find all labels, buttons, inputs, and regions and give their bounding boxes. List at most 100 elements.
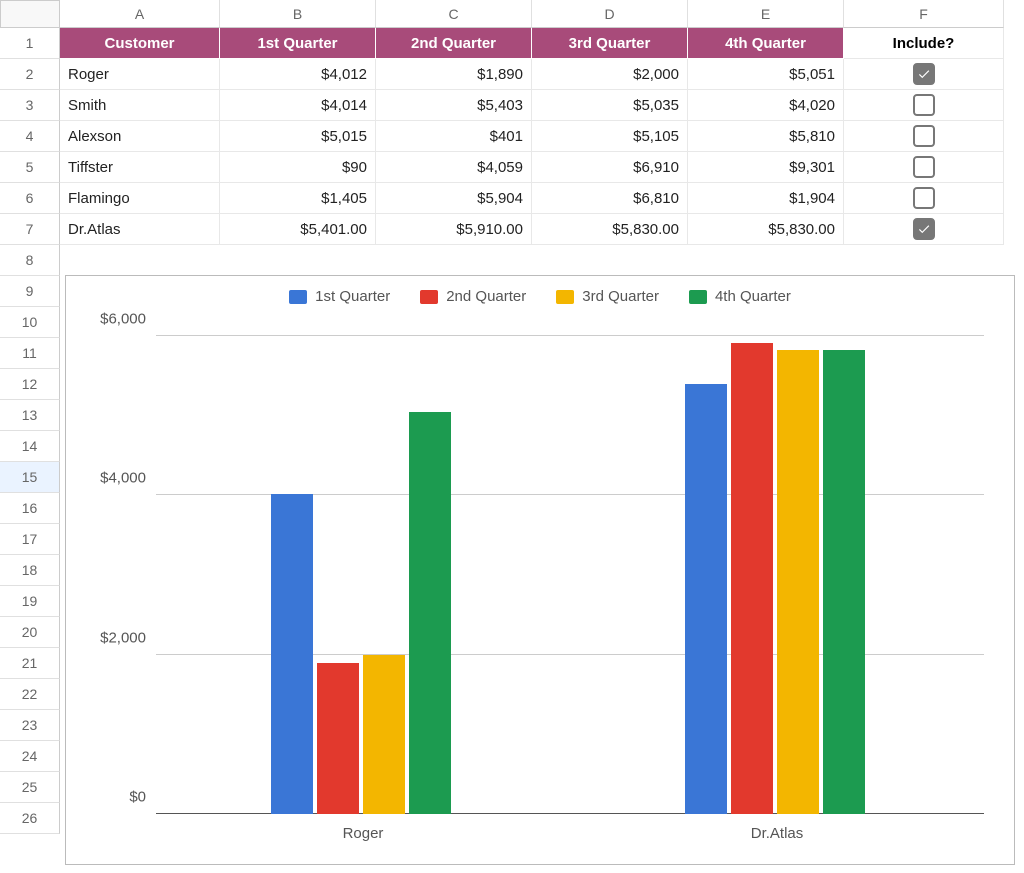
- q4-cell[interactable]: $9,301: [688, 152, 844, 183]
- row-header-12[interactable]: 12: [0, 369, 60, 400]
- q3-cell[interactable]: $5,830.00: [532, 214, 688, 245]
- q3-cell[interactable]: $5,105: [532, 121, 688, 152]
- include-checkbox[interactable]: [913, 94, 935, 116]
- column-header-D[interactable]: D: [532, 0, 688, 28]
- include-cell: [844, 183, 1004, 214]
- col-q3-header[interactable]: 3rd Quarter: [532, 28, 688, 59]
- q1-cell[interactable]: $4,014: [220, 90, 376, 121]
- q2-cell[interactable]: $5,904: [376, 183, 532, 214]
- include-checkbox[interactable]: [913, 218, 935, 240]
- q3-cell[interactable]: $2,000: [532, 59, 688, 90]
- col-include-header[interactable]: Include?: [844, 28, 1004, 59]
- column-header-F[interactable]: F: [844, 0, 1004, 28]
- row-headers: 1234567891011121314151617181920212223242…: [0, 0, 60, 834]
- chart-ytick-label: $2,000: [76, 629, 146, 646]
- q3-cell[interactable]: $6,910: [532, 152, 688, 183]
- q1-cell[interactable]: $5,401.00: [220, 214, 376, 245]
- row-header-13[interactable]: 13: [0, 400, 60, 431]
- row-header-18[interactable]: 18: [0, 555, 60, 586]
- row-header-20[interactable]: 20: [0, 617, 60, 648]
- row-header-25[interactable]: 25: [0, 772, 60, 803]
- legend-item: 3rd Quarter: [556, 288, 659, 305]
- chart-ytick-label: $6,000: [76, 311, 146, 328]
- row-header-3[interactable]: 3: [0, 90, 60, 121]
- q1-cell[interactable]: $90: [220, 152, 376, 183]
- q4-cell[interactable]: $5,830.00: [688, 214, 844, 245]
- table-row: Flamingo$1,405$5,904$6,810$1,904: [60, 183, 1024, 214]
- customer-name-cell[interactable]: Tiffster: [60, 152, 220, 183]
- q2-cell[interactable]: $401: [376, 121, 532, 152]
- row-header-17[interactable]: 17: [0, 524, 60, 555]
- q3-cell[interactable]: $6,810: [532, 183, 688, 214]
- spreadsheet: 1234567891011121314151617181920212223242…: [0, 0, 1024, 873]
- row-header-15[interactable]: 15: [0, 462, 60, 493]
- row-header-9[interactable]: 9: [0, 276, 60, 307]
- col-customer-header[interactable]: Customer: [60, 28, 220, 59]
- q4-cell[interactable]: $4,020: [688, 90, 844, 121]
- legend-item: 1st Quarter: [289, 288, 390, 305]
- row-header-6[interactable]: 6: [0, 183, 60, 214]
- cell-grid: Customer 1st Quarter 2nd Quarter 3rd Qua…: [60, 28, 1024, 873]
- q1-cell[interactable]: $1,405: [220, 183, 376, 214]
- q2-cell[interactable]: $5,403: [376, 90, 532, 121]
- legend-label: 2nd Quarter: [446, 288, 526, 305]
- row-header-21[interactable]: 21: [0, 648, 60, 679]
- include-checkbox[interactable]: [913, 63, 935, 85]
- legend-label: 3rd Quarter: [582, 288, 659, 305]
- q2-cell[interactable]: $4,059: [376, 152, 532, 183]
- q3-cell[interactable]: $5,035: [532, 90, 688, 121]
- include-checkbox[interactable]: [913, 156, 935, 178]
- row-header-8[interactable]: 8: [0, 245, 60, 276]
- row-header-1[interactable]: 1: [0, 28, 60, 59]
- column-header-E[interactable]: E: [688, 0, 844, 28]
- chart-ytick-label: $4,000: [76, 470, 146, 487]
- column-header-C[interactable]: C: [376, 0, 532, 28]
- chart-bar-group: [685, 336, 865, 814]
- column-header-B[interactable]: B: [220, 0, 376, 28]
- row-header-7[interactable]: 7: [0, 214, 60, 245]
- row-header-11[interactable]: 11: [0, 338, 60, 369]
- q1-cell[interactable]: $4,012: [220, 59, 376, 90]
- row-header-16[interactable]: 16: [0, 493, 60, 524]
- table-header-row: Customer 1st Quarter 2nd Quarter 3rd Qua…: [60, 28, 1024, 59]
- row-header-23[interactable]: 23: [0, 710, 60, 741]
- row-header-24[interactable]: 24: [0, 741, 60, 772]
- include-cell: [844, 121, 1004, 152]
- customer-name-cell[interactable]: Roger: [60, 59, 220, 90]
- customer-name-cell[interactable]: Flamingo: [60, 183, 220, 214]
- row-header-19[interactable]: 19: [0, 586, 60, 617]
- column-header-A[interactable]: A: [60, 0, 220, 28]
- q4-cell[interactable]: $1,904: [688, 183, 844, 214]
- checkmark-icon: [917, 222, 931, 236]
- row-header-14[interactable]: 14: [0, 431, 60, 462]
- row-header-5[interactable]: 5: [0, 152, 60, 183]
- include-checkbox[interactable]: [913, 187, 935, 209]
- legend-item: 2nd Quarter: [420, 288, 526, 305]
- customer-name-cell[interactable]: Dr.Atlas: [60, 214, 220, 245]
- col-q4-header[interactable]: 4th Quarter: [688, 28, 844, 59]
- col-q2-header[interactable]: 2nd Quarter: [376, 28, 532, 59]
- chart-bar: [777, 350, 819, 814]
- row-header-22[interactable]: 22: [0, 679, 60, 710]
- row-header-10[interactable]: 10: [0, 307, 60, 338]
- customer-name-cell[interactable]: Smith: [60, 90, 220, 121]
- legend-label: 4th Quarter: [715, 288, 791, 305]
- row-header-2[interactable]: 2: [0, 59, 60, 90]
- col-q1-header[interactable]: 1st Quarter: [220, 28, 376, 59]
- row-header-4[interactable]: 4: [0, 121, 60, 152]
- include-cell: [844, 152, 1004, 183]
- q2-cell[interactable]: $5,910.00: [376, 214, 532, 245]
- legend-swatch: [420, 290, 438, 304]
- q4-cell[interactable]: $5,051: [688, 59, 844, 90]
- include-checkbox[interactable]: [913, 125, 935, 147]
- select-all-corner[interactable]: [0, 0, 60, 28]
- q4-cell[interactable]: $5,810: [688, 121, 844, 152]
- legend-swatch: [556, 290, 574, 304]
- column-headers: ABCDEF: [60, 0, 1024, 28]
- embedded-chart[interactable]: 1st Quarter 2nd Quarter 3rd Quarter 4th Qua…: [65, 275, 1015, 865]
- row-header-26[interactable]: 26: [0, 803, 60, 834]
- chart-bar: [363, 655, 405, 814]
- q1-cell[interactable]: $5,015: [220, 121, 376, 152]
- q2-cell[interactable]: $1,890: [376, 59, 532, 90]
- customer-name-cell[interactable]: Alexson: [60, 121, 220, 152]
